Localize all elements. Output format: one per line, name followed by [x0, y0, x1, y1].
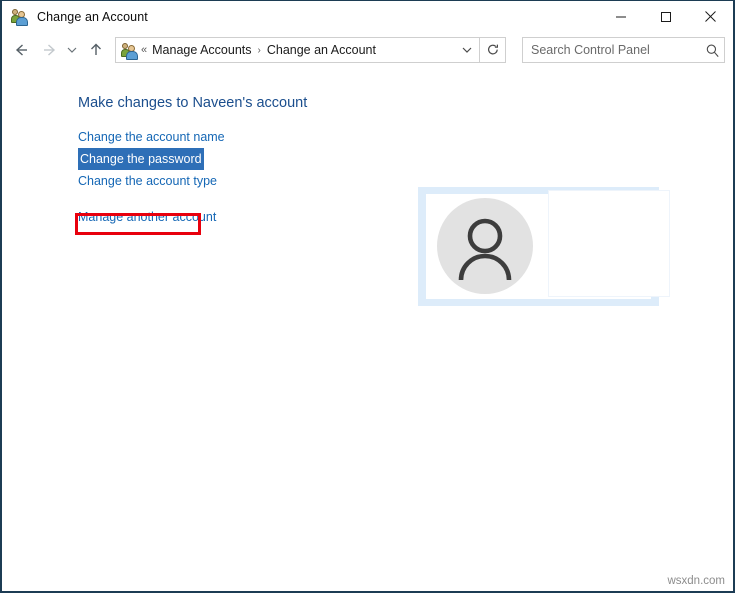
forward-arrow-icon: [35, 35, 62, 65]
up-arrow-icon[interactable]: [82, 35, 109, 65]
search-input[interactable]: Search Control Panel: [522, 37, 725, 63]
page-title: Make changes to Naveen's account: [78, 95, 307, 111]
account-picture-right-pane: [548, 190, 670, 297]
breadcrumb-overflow-icon[interactable]: «: [141, 44, 147, 56]
search-icon[interactable]: [700, 43, 724, 58]
breadcrumb-item-change-an-account[interactable]: Change an Account: [267, 43, 376, 57]
user-accounts-icon: [11, 8, 29, 26]
recent-locations-chevron-down-icon[interactable]: [62, 35, 82, 65]
refresh-icon[interactable]: [480, 37, 506, 63]
window-controls: [598, 1, 733, 32]
watermark: wsxdn.com: [667, 575, 725, 587]
breadcrumb-separator-icon[interactable]: ›: [258, 45, 261, 56]
breadcrumb-item-manage-accounts[interactable]: Manage Accounts: [152, 43, 251, 57]
title-bar: Change an Account: [2, 1, 733, 32]
window-title: Change an Account: [37, 10, 148, 24]
close-button[interactable]: [688, 1, 733, 32]
user-avatar-icon: [437, 198, 533, 294]
minimize-button[interactable]: [598, 1, 643, 32]
search-placeholder-text: Search Control Panel: [523, 43, 700, 57]
control-panel-window: Change an Account: [0, 0, 735, 593]
link-change-the-password[interactable]: Change the password: [78, 148, 204, 170]
content-area: Make changes to Naveen's account Change …: [2, 68, 733, 591]
address-user-accounts-icon: [121, 42, 137, 58]
link-change-the-account-name[interactable]: Change the account name: [78, 126, 225, 148]
link-change-the-account-type[interactable]: Change the account type: [78, 170, 217, 192]
address-dropdown-chevron-down-icon[interactable]: [455, 38, 479, 62]
navigation-bar: « Manage Accounts › Change an Account Se…: [2, 32, 733, 68]
red-highlight-box: [75, 213, 201, 235]
account-picture-inner: [426, 194, 651, 299]
maximize-button[interactable]: [643, 1, 688, 32]
address-bar[interactable]: « Manage Accounts › Change an Account: [115, 37, 480, 63]
account-picture-panel: [418, 187, 659, 306]
back-arrow-icon[interactable]: [8, 35, 35, 65]
